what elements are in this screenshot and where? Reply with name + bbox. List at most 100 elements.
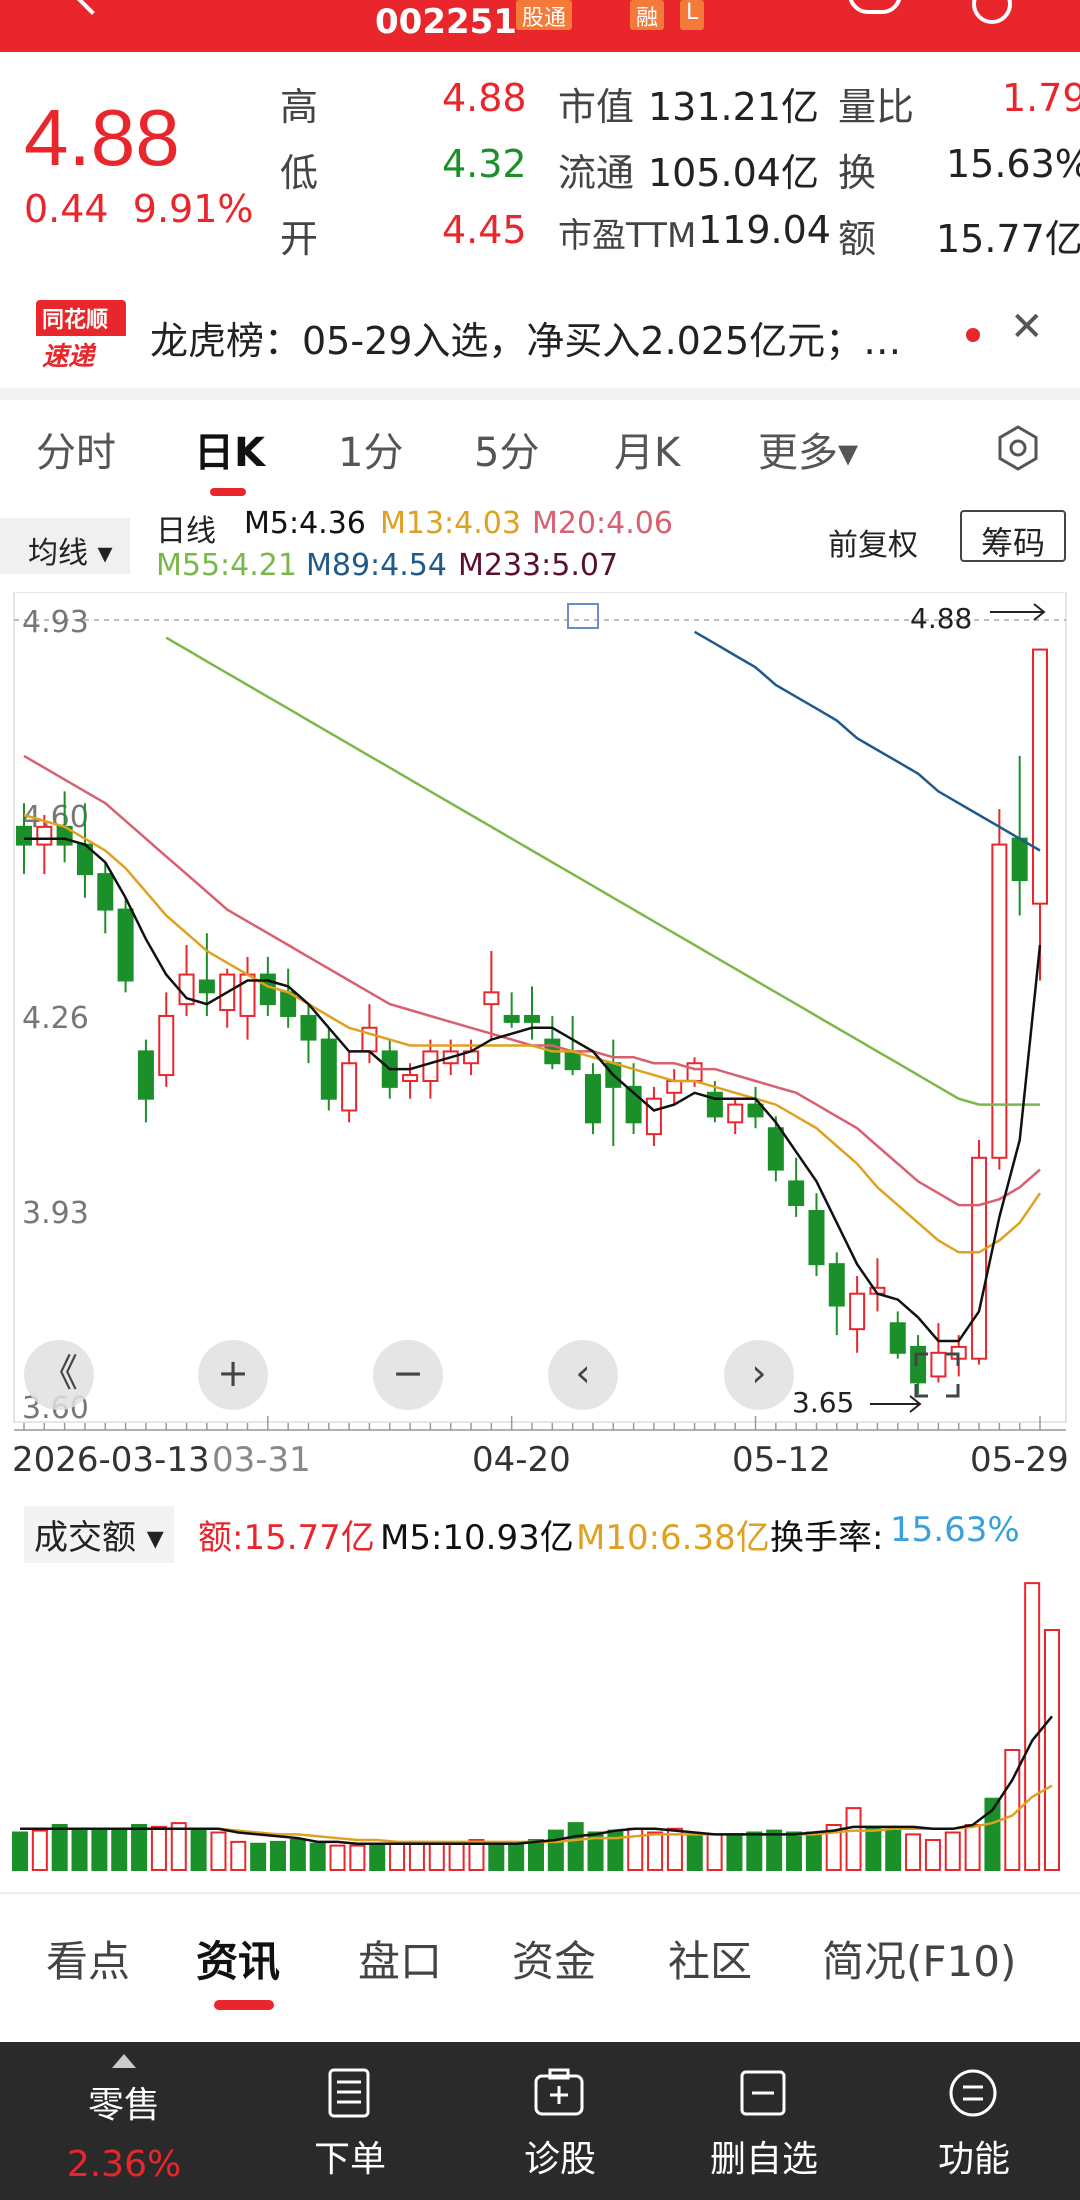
compare-icon[interactable]	[848, 0, 902, 14]
close-icon[interactable]: ✕	[1010, 304, 1044, 350]
volume-bar	[845, 1807, 862, 1871]
settings-hexagon-icon[interactable]	[994, 424, 1042, 472]
volume-ratio-value: 1.79	[1002, 76, 1080, 120]
next-button[interactable]: ›	[724, 1340, 794, 1410]
tab-news[interactable]: 资讯	[196, 1928, 280, 1989]
volume-bar	[91, 1829, 108, 1871]
pe-value: 119.04	[698, 208, 831, 252]
order-button[interactable]: 下单	[250, 2042, 450, 2200]
y-tick-label: 3.93	[22, 1196, 89, 1231]
tab-capital-flow[interactable]: 资金	[512, 1928, 596, 1989]
active-tab-indicator	[210, 488, 246, 496]
remove-box-icon	[740, 2070, 786, 2116]
tab-highlights[interactable]: 看点	[46, 1928, 130, 1989]
tab-community[interactable]: 社区	[668, 1928, 752, 1989]
candle-body	[584, 1074, 601, 1124]
order-document-icon	[328, 2068, 370, 2118]
volume-bar	[488, 1844, 505, 1871]
volume-bar	[170, 1822, 187, 1871]
volume-bar	[528, 1839, 544, 1871]
volume-bar	[210, 1831, 227, 1871]
volume-bar	[448, 1842, 465, 1871]
volume-bar	[289, 1839, 306, 1871]
tab-daily-k[interactable]: 日K	[194, 420, 265, 478]
candle-body	[422, 1050, 439, 1082]
volume-bar	[111, 1827, 128, 1871]
volume-bar	[230, 1840, 247, 1871]
back-arrow-icon[interactable]	[75, 0, 109, 15]
adjust-mode[interactable]: 前复权	[828, 520, 918, 564]
volume-bar	[270, 1840, 286, 1871]
tab-more[interactable]: 更多▾	[758, 420, 858, 478]
divider	[0, 1892, 1080, 1894]
tab-1min[interactable]: 1分	[338, 420, 403, 478]
candlestick-chart[interactable]: 4.934.604.263.933.604.883.65	[0, 592, 1080, 1432]
candle-body	[991, 843, 1008, 1159]
zoom-in-button[interactable]: +	[198, 1340, 268, 1410]
ma5-line	[24, 837, 1042, 1343]
chip-distribution-button[interactable]: 筹码	[960, 510, 1066, 562]
logo-top-text: 同花顺	[36, 300, 126, 336]
date-tick-0: 2026-03-13	[12, 1440, 210, 1480]
candle-body	[483, 991, 500, 1006]
tab-order-book[interactable]: 盘口	[358, 1928, 442, 1989]
high-arrow-icon	[990, 603, 1046, 621]
candle-body	[645, 1097, 662, 1136]
tab-monthly-k[interactable]: 月K	[614, 420, 680, 478]
unread-dot-icon	[966, 328, 980, 342]
stock-code: 002251	[375, 2, 517, 42]
volume-bar	[805, 1831, 822, 1871]
candle-body	[808, 1209, 825, 1266]
rewind-button[interactable]: 《	[24, 1340, 94, 1410]
prev-button[interactable]: ‹	[548, 1340, 618, 1410]
volume-bar	[329, 1844, 346, 1871]
float-cap-value: 105.04亿	[648, 151, 819, 195]
margin-tag: 融	[630, 0, 665, 31]
price-change: 0.44 9.91%	[24, 187, 254, 231]
volume-bar	[905, 1833, 922, 1871]
ma55-line	[165, 636, 1040, 1106]
retail-item[interactable]: 零售 2.36%	[24, 2042, 224, 2200]
diagnose-kit-icon	[534, 2068, 584, 2116]
candle-body	[971, 1156, 988, 1360]
candle-body	[300, 1014, 317, 1041]
volume-bar	[924, 1839, 941, 1871]
quote-panel: 4.88 0.44 9.91% 高 4.88 低 4.32 开 4.45 市值 …	[0, 52, 1080, 272]
candle-body	[1011, 837, 1028, 882]
ma-selector-button[interactable]: 均线 ▾	[0, 518, 130, 574]
y-tick-label: 4.93	[22, 605, 89, 640]
remove-watchlist-button[interactable]: 删自选	[664, 2042, 864, 2200]
volume-bar	[51, 1824, 68, 1871]
zoom-out-button[interactable]: −	[373, 1340, 443, 1410]
triangle-up-icon	[112, 2054, 136, 2068]
order-label: 下单	[313, 2139, 386, 2180]
active-bottom-tab-indicator	[214, 2000, 274, 2010]
tab-intraday[interactable]: 分时	[36, 420, 116, 478]
news-ticker[interactable]: 同花顺 速递 龙虎榜：05-29入选，净买入2.025亿元；… ✕	[0, 280, 1080, 390]
functions-label: 功能	[937, 2139, 1010, 2180]
volume-bar	[408, 1840, 425, 1871]
volume-bar	[71, 1827, 88, 1871]
market-cap-label: 市值	[558, 85, 635, 129]
open-value: 4.45	[442, 208, 527, 252]
tab-profile-f10[interactable]: 简况(F10)	[822, 1928, 1016, 1989]
fullscreen-icon[interactable]	[912, 1350, 962, 1400]
event-marker-icon	[567, 603, 599, 629]
candle-body	[36, 825, 53, 846]
candle-body	[1032, 648, 1048, 905]
diagnose-button[interactable]: 诊股	[460, 2042, 660, 2200]
volume-bar	[547, 1829, 564, 1871]
tab-5min[interactable]: 5分	[474, 420, 539, 478]
candle-body	[137, 1050, 154, 1100]
low-marker-label: 3.65	[792, 1386, 854, 1419]
volume-chart	[12, 1582, 1060, 1871]
market-cap-value: 131.21亿	[648, 85, 819, 129]
functions-button[interactable]: 功能	[874, 2042, 1074, 2200]
retail-percent: 2.36%	[66, 2144, 182, 2185]
search-icon[interactable]	[972, 0, 1012, 24]
volume-bar	[746, 1831, 763, 1871]
date-tick-4: 05-29	[970, 1440, 1069, 1480]
ma20-line	[23, 754, 1041, 1207]
news-headline[interactable]: 龙虎榜：05-29入选，净买入2.025亿元；…	[150, 310, 901, 365]
ma5-value: M5:4.36	[244, 506, 366, 541]
